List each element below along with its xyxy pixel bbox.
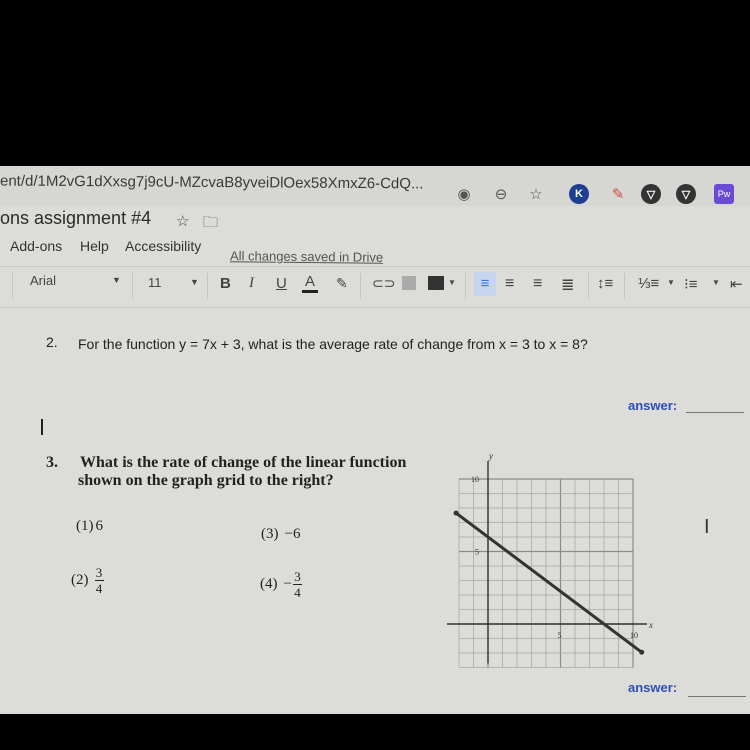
menu-accessibility[interactable]: Accessibility — [125, 238, 201, 254]
toolbar-divider — [588, 273, 589, 299]
numbered-list-dropdown-icon[interactable]: ▼ — [667, 278, 675, 287]
font-size-select[interactable]: 11 — [148, 275, 162, 290]
pen-extension-icon[interactable]: ✎ — [608, 184, 628, 204]
move-to-folder-icon[interactable]: 🗀 — [203, 212, 218, 237]
comment-icon[interactable] — [402, 276, 416, 290]
choice-3[interactable]: (3) −6 — [261, 526, 300, 543]
url-text[interactable]: ent/d/1M2vG1dXxsg7j9cU-MZcvaB8yveiDlOex5… — [0, 173, 424, 193]
x-tick-label: 10 — [630, 631, 638, 640]
k-extension-icon[interactable]: K — [569, 184, 589, 204]
toolbar-divider — [132, 273, 133, 299]
font-dropdown-icon[interactable]: ▼ — [112, 275, 121, 285]
choice-1-label: (1) — [76, 518, 94, 534]
question-2-answer-field[interactable] — [686, 412, 744, 413]
underline-button[interactable]: U — [276, 275, 287, 292]
question-3-answer-field[interactable] — [688, 696, 746, 697]
insert-image-icon[interactable] — [428, 276, 444, 290]
y-axis-label: y — [488, 451, 493, 461]
numbered-list-icon[interactable]: ⅓≡ — [638, 275, 659, 292]
question-2-answer-label: answer: — [628, 398, 678, 413]
vpn-extension-icon[interactable]: ▽ — [641, 184, 661, 204]
choice-4-label: (4) — [260, 576, 278, 592]
zoom-out-icon[interactable]: ⊖ — [491, 184, 511, 204]
bulleted-list-icon[interactable]: ⁝≡ — [684, 275, 698, 293]
question-2-number: 2. — [46, 334, 58, 350]
choice-3-label: (3) — [261, 526, 279, 542]
italic-button[interactable]: I — [249, 275, 254, 292]
k-extension-label: K — [575, 188, 583, 200]
mouse-ibeam-cursor: I — [704, 516, 710, 538]
choice-2-fraction: 3 4 — [94, 565, 104, 596]
choice-4[interactable]: (4) − 3 4 — [260, 570, 302, 599]
bold-button[interactable]: B — [220, 275, 231, 292]
fraction-denominator: 4 — [294, 585, 301, 600]
question-3-line-1: What is the rate of change of the linear… — [80, 454, 407, 471]
question-3-number: 3. — [46, 454, 58, 471]
choice-1-value: 6 — [95, 518, 104, 534]
x-axis-label: x — [648, 620, 653, 630]
choice-4-fraction: 3 4 — [292, 569, 302, 600]
text-cursor — [41, 419, 43, 435]
linear-function-graph: x y 5 10 5 10 — [447, 451, 653, 668]
font-size-dropdown-icon[interactable]: ▼ — [190, 277, 199, 287]
document-title[interactable]: ons assignment #4 — [0, 208, 151, 229]
choice-1[interactable]: (1) 6 — [76, 518, 103, 535]
line-spacing-icon[interactable]: ↕≡ — [597, 275, 613, 292]
y-tick-label: 5 — [475, 548, 479, 557]
highlight-pen-icon[interactable]: ✎ — [336, 275, 348, 292]
choice-3-value: −6 — [284, 526, 301, 542]
star-icon[interactable]: ☆ — [176, 212, 189, 230]
choice-4-sign: − — [283, 576, 292, 592]
align-left-icon[interactable]: ≡ — [474, 272, 496, 296]
screen: ent/d/1M2vG1dXxsg7j9cU-MZcvaB8yveiDlOex5… — [0, 166, 750, 714]
save-status-link[interactable]: All changes saved in Drive — [230, 248, 383, 265]
question-3-line-2: shown on the graph grid to the right? — [78, 472, 334, 489]
formatting-toolbar: Arial ▼ 11 ▼ B I U A ✎ ⊂⊃ ▼ ≡ ≡ ≡ ≣ ↕≡ ⅓… — [0, 266, 750, 308]
toolbar-divider — [12, 273, 13, 299]
line-endpoint-start — [453, 510, 459, 516]
address-bar[interactable]: ent/d/1M2vG1dXxsg7j9cU-MZcvaB8yveiDlOex5… — [0, 166, 750, 206]
bulleted-list-dropdown-icon[interactable]: ▼ — [712, 278, 720, 287]
line-endpoint-end — [639, 649, 645, 655]
y-tick-label: 10 — [471, 475, 479, 484]
align-justify-icon[interactable]: ≣ — [561, 275, 574, 295]
font-select[interactable]: Arial — [30, 273, 56, 288]
x-tick-label: 5 — [558, 631, 562, 640]
align-right-icon[interactable]: ≡ — [533, 275, 542, 293]
puzzle-extension-icon[interactable]: Pw — [714, 184, 734, 204]
fraction-numerator: 3 — [294, 569, 301, 584]
menu-help[interactable]: Help — [80, 238, 109, 254]
toolbar-divider — [207, 273, 208, 299]
fraction-denominator: 4 — [95, 581, 103, 596]
function-line — [455, 511, 643, 654]
menu-add-ons[interactable]: Add-ons — [10, 238, 62, 254]
fraction-numerator: 3 — [95, 565, 103, 580]
bookmark-star-icon[interactable]: ☆ — [526, 184, 546, 204]
question-3-answer-label: answer: — [628, 680, 678, 695]
toolbar-divider — [465, 273, 466, 299]
toolbar-divider — [360, 273, 361, 299]
question-2-text: For the function y = 7x + 3, what is the… — [78, 336, 588, 352]
text-color-button[interactable]: A — [302, 273, 319, 293]
vpn-extension-icon-2[interactable]: ▽ — [676, 184, 696, 204]
align-center-icon[interactable]: ≡ — [505, 275, 514, 293]
link-icon[interactable]: ⊂⊃ — [372, 275, 395, 292]
location-icon[interactable]: ◉ — [454, 184, 474, 204]
toolbar-divider — [624, 273, 625, 299]
image-dropdown-icon[interactable]: ▼ — [448, 278, 456, 287]
decrease-indent-icon[interactable]: ⇤ — [730, 275, 743, 293]
choice-2-label: (2) — [71, 572, 89, 588]
choice-2[interactable]: (2) 3 4 — [71, 566, 104, 595]
